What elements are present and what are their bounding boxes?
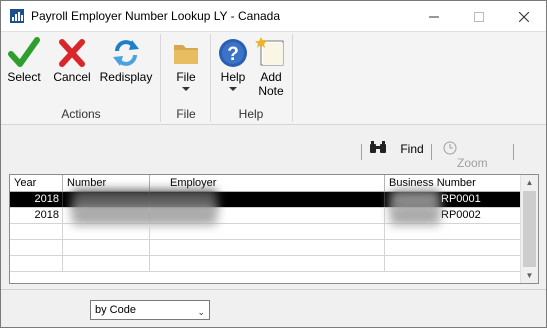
chevron-down-icon: ⌄: [197, 307, 205, 317]
scroll-up-icon[interactable]: ▲: [521, 175, 538, 190]
scroll-thumb[interactable]: [523, 191, 536, 267]
table-row[interactable]: 2018 RP0002: [10, 206, 520, 225]
redacted-area: [390, 206, 440, 225]
redisplay-button[interactable]: Redisplay: [98, 36, 154, 84]
zoom-label: Zoom: [457, 156, 488, 170]
cell-empty: [63, 256, 150, 271]
column-header-business-number[interactable]: Business Number: [385, 175, 520, 191]
help-icon: ?: [219, 39, 247, 67]
maximize-button[interactable]: [456, 1, 501, 31]
x-icon: [59, 39, 85, 67]
minimize-button[interactable]: [411, 1, 456, 31]
cell-year: 2018: [10, 192, 63, 207]
refresh-icon: [113, 40, 139, 66]
file-group-label: File: [176, 107, 196, 121]
check-icon: [8, 37, 40, 67]
file-menu-button[interactable]: File: [168, 36, 204, 91]
sort-by-value: by Code: [95, 304, 136, 316]
minimize-icon: [428, 16, 439, 18]
find-label: Find: [400, 142, 424, 156]
chevron-down-icon: [229, 87, 237, 91]
cancel-label: Cancel: [53, 70, 91, 84]
scroll-down-icon[interactable]: ▼: [521, 268, 538, 283]
add-note-label-line2: Note: [258, 84, 284, 98]
close-button[interactable]: [501, 1, 546, 31]
cell-empty: [10, 256, 63, 271]
chevron-down-icon: [182, 87, 190, 91]
select-label: Select: [7, 70, 41, 84]
redisplay-label: Redisplay: [99, 70, 153, 84]
ribbon: Select Cancel Redisplay Actions File Fil…: [1, 31, 546, 125]
column-header-employer[interactable]: Employer: [150, 175, 385, 191]
cell-empty: [150, 256, 385, 271]
select-button[interactable]: Select: [6, 36, 42, 84]
cancel-button[interactable]: Cancel: [52, 36, 92, 84]
add-note-label-line1: Add: [260, 70, 282, 84]
column-header-number[interactable]: Number: [63, 175, 150, 191]
cell-empty: [10, 240, 63, 255]
sort-by-select[interactable]: by Code ⌄: [90, 300, 210, 320]
cell-empty: [63, 240, 150, 255]
vertical-scrollbar[interactable]: ▲ ▼: [520, 175, 538, 283]
redacted-area: [72, 206, 217, 225]
note-icon: [255, 37, 284, 66]
app-icon: [10, 9, 24, 23]
zoom-button[interactable]: Zoom: [443, 141, 503, 170]
table-row[interactable]: [10, 224, 520, 240]
title-bar: Payroll Employer Number Lookup LY - Cana…: [1, 1, 546, 31]
zoom-icon: [443, 141, 457, 155]
actions-group-label: Actions: [61, 107, 101, 121]
group-divider: [292, 34, 293, 122]
group-divider: [160, 34, 161, 122]
table-row[interactable]: [10, 256, 520, 272]
cell-empty: [63, 224, 150, 239]
cell-empty: [10, 224, 63, 239]
help-group-label: Help: [238, 107, 264, 121]
cell-empty: [150, 224, 385, 239]
toolbar-divider: [431, 144, 432, 160]
divider: [1, 289, 546, 290]
window-title: Payroll Employer Number Lookup LY - Cana…: [31, 9, 281, 23]
help-label: Help: [220, 70, 246, 84]
help-menu-button[interactable]: ? Help: [215, 36, 251, 91]
folder-icon: [174, 45, 198, 64]
table-row[interactable]: [10, 240, 520, 256]
group-divider: [210, 34, 211, 122]
close-icon: [518, 11, 529, 22]
lookup-grid[interactable]: Year Number Employer Business Number 201…: [9, 174, 539, 284]
svg-text:?: ?: [227, 44, 239, 65]
add-note-button[interactable]: Add Note: [253, 36, 289, 98]
cell-empty: [150, 240, 385, 255]
toolbar-divider: [513, 144, 514, 160]
binoculars-icon: [370, 141, 386, 153]
maximize-icon: [473, 11, 484, 22]
lookup-window: Payroll Employer Number Lookup LY - Cana…: [0, 0, 547, 328]
column-header-year[interactable]: Year: [10, 175, 63, 191]
file-label: File: [176, 70, 196, 84]
find-button[interactable]: Find: [369, 141, 429, 156]
toolbar-divider: [361, 144, 362, 160]
cell-year: 2018: [10, 208, 63, 223]
